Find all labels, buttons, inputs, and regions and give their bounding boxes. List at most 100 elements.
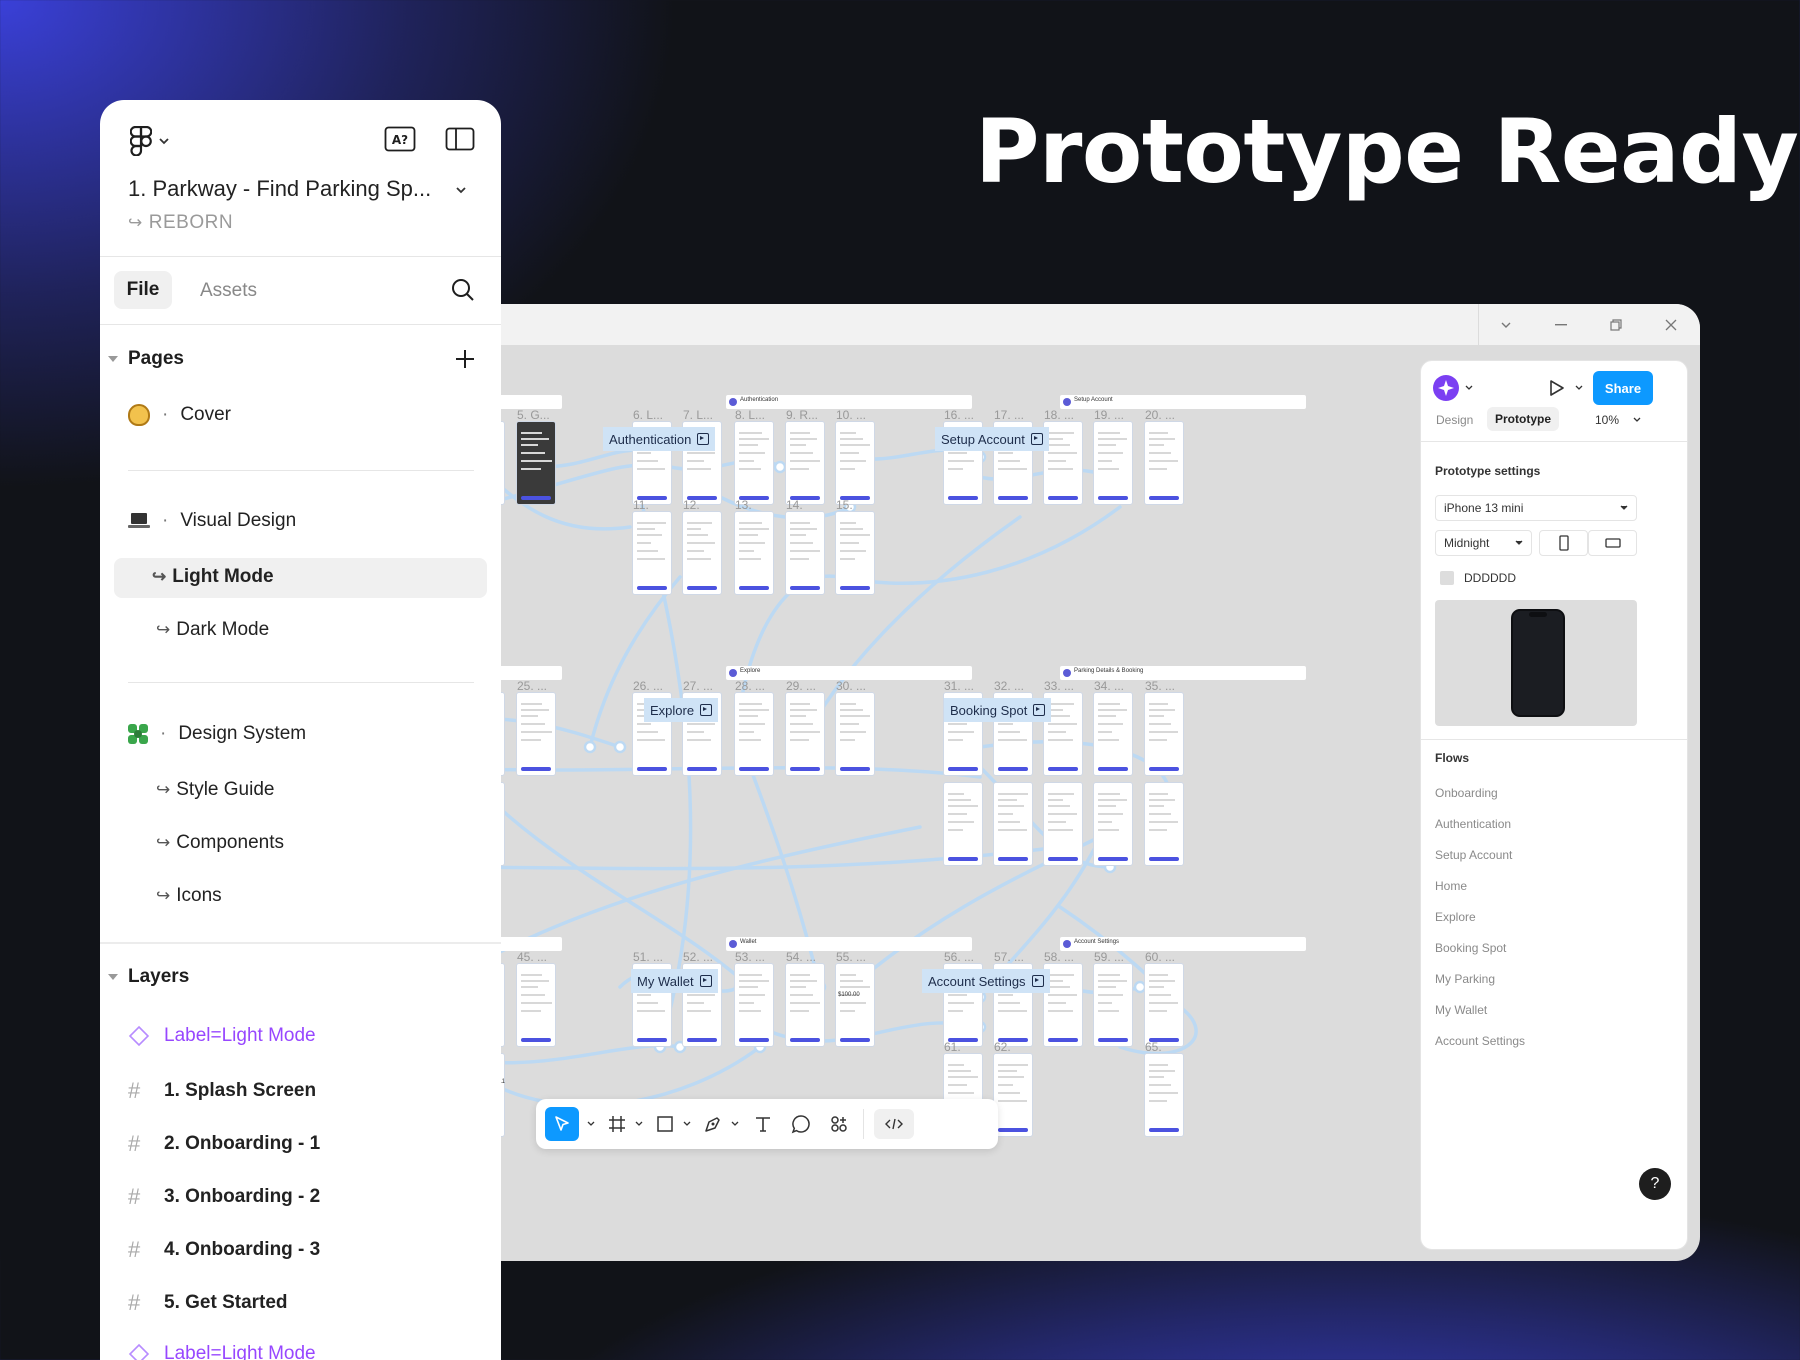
project-team[interactable]: ↪ REBORN <box>128 212 233 234</box>
section-header-parking[interactable]: Parking Details & Booking <box>1060 666 1306 680</box>
flow-item[interactable]: Authentication <box>1435 817 1511 831</box>
present-button[interactable] <box>1549 379 1583 397</box>
connection-wire[interactable] <box>478 1045 762 1108</box>
flow-start-my-wallet[interactable]: My Wallet <box>631 969 718 993</box>
tab-prototype[interactable]: Prototype <box>1487 407 1560 431</box>
flow-item[interactable]: Account Settings <box>1435 1034 1525 1048</box>
screen-frame[interactable] <box>994 783 1032 865</box>
project-title[interactable]: 1. Parkway - Find Parking Sp... <box>128 176 431 202</box>
page-style-guide[interactable]: ↪ Style Guide <box>156 779 274 801</box>
help-button[interactable]: ? <box>1639 1168 1671 1200</box>
screen-frame[interactable] <box>683 512 721 594</box>
flow-item[interactable]: Onboarding <box>1435 786 1498 800</box>
screen-frame[interactable] <box>786 964 824 1046</box>
pen-tool-icon[interactable] <box>703 1114 723 1134</box>
color-swatch[interactable] <box>1440 571 1454 585</box>
screen-frame[interactable] <box>786 422 824 504</box>
screen-frame[interactable] <box>633 512 671 594</box>
tab-assets[interactable]: Assets <box>200 280 257 302</box>
flow-item[interactable]: Home <box>1435 879 1467 893</box>
layer-item[interactable]: # 5. Get Started <box>128 1290 288 1316</box>
window-dropdown-button[interactable] <box>1493 312 1519 338</box>
page-design-system[interactable]: · Design System <box>128 723 306 745</box>
share-button[interactable]: Share <box>1593 371 1653 405</box>
flow-item[interactable]: My Parking <box>1435 972 1495 986</box>
pages-header[interactable]: Pages <box>108 348 184 370</box>
move-tool[interactable] <box>545 1107 579 1141</box>
flow-start-explore[interactable]: Explore <box>644 698 719 722</box>
restore-button[interactable] <box>1603 312 1629 338</box>
frame-tool-icon[interactable] <box>607 1114 627 1134</box>
flow-item[interactable]: Booking Spot <box>1435 941 1506 955</box>
dev-mode-toggle[interactable] <box>874 1109 914 1139</box>
screen-frame[interactable] <box>735 512 773 594</box>
portrait-toggle[interactable] <box>1539 530 1588 556</box>
screen-frame[interactable] <box>1044 964 1082 1046</box>
flow-item[interactable]: My Wallet <box>1435 1003 1487 1017</box>
screen-frame[interactable] <box>1145 964 1183 1046</box>
section-header-explore[interactable]: Explore <box>726 666 972 680</box>
layer-item[interactable]: # 2. Onboarding - 1 <box>128 1131 320 1157</box>
screen-frame[interactable] <box>1094 783 1132 865</box>
screen-frame[interactable] <box>786 693 824 775</box>
screen-frame[interactable] <box>1094 422 1132 504</box>
screen-frame[interactable] <box>735 964 773 1046</box>
chevron-down-icon[interactable] <box>683 1121 691 1127</box>
chevron-down-icon[interactable] <box>731 1121 739 1127</box>
screen-frame[interactable] <box>836 422 874 504</box>
add-page-icon[interactable] <box>454 348 476 370</box>
page-dark-mode[interactable]: ↪ Dark Mode <box>156 619 269 641</box>
page-light-mode[interactable]: ↪ Light Mode <box>152 566 274 588</box>
screen-frame[interactable] <box>735 422 773 504</box>
screen-frame[interactable] <box>1145 693 1183 775</box>
ai-text-button[interactable]: A? <box>383 124 417 154</box>
flow-start-setup-account[interactable]: Setup Account <box>935 427 1049 451</box>
rectangle-tool-icon[interactable] <box>655 1114 675 1134</box>
page-icons[interactable]: ↪ Icons <box>156 885 222 907</box>
screen-frame[interactable] <box>1094 964 1132 1046</box>
screen-frame[interactable] <box>517 964 555 1046</box>
chevron-down-icon[interactable] <box>635 1121 643 1127</box>
flow-item[interactable]: Setup Account <box>1435 848 1512 862</box>
tab-design[interactable]: Design <box>1436 413 1473 427</box>
flow-start-booking-spot[interactable]: Booking Spot <box>944 698 1052 722</box>
canvas[interactable]: Authentication Setup Account Explore Par… <box>420 347 1420 1261</box>
layer-item[interactable]: Label=Light Mode <box>128 1343 316 1360</box>
screen-frame[interactable] <box>517 422 555 504</box>
screen-frame[interactable] <box>994 1054 1032 1136</box>
screen-frame[interactable] <box>786 512 824 594</box>
screen-frame[interactable] <box>735 693 773 775</box>
landscape-toggle[interactable] <box>1588 530 1637 556</box>
model-select[interactable]: Midnight <box>1435 530 1532 556</box>
text-tool-icon[interactable] <box>753 1114 773 1134</box>
screen-frame[interactable] <box>517 693 555 775</box>
close-button[interactable] <box>1658 312 1684 338</box>
screen-frame[interactable] <box>836 693 874 775</box>
connection-node[interactable] <box>773 460 787 474</box>
connection-node[interactable] <box>1133 980 1147 994</box>
search-icon[interactable] <box>450 277 476 303</box>
figma-menu[interactable] <box>130 124 170 158</box>
device-select[interactable]: iPhone 13 mini <box>1435 495 1637 521</box>
layer-item[interactable]: # 4. Onboarding - 3 <box>128 1237 320 1263</box>
page-components[interactable]: ↪ Components <box>156 832 284 854</box>
page-visual-design[interactable]: · Visual Design <box>128 510 296 532</box>
flow-item[interactable]: Explore <box>1435 910 1476 924</box>
toggle-sidebar-button[interactable] <box>443 124 477 154</box>
layer-item[interactable]: # 1. Splash Screen <box>128 1078 316 1104</box>
screen-frame[interactable] <box>1044 422 1082 504</box>
chevron-down-icon[interactable] <box>587 1121 595 1127</box>
section-header-authentication[interactable]: Authentication <box>726 395 972 409</box>
ai-assistant-button[interactable] <box>1433 375 1473 401</box>
page-cover[interactable]: · Cover <box>128 404 231 426</box>
screen-frame[interactable] <box>1145 1054 1183 1136</box>
screen-frame[interactable] <box>1145 783 1183 865</box>
screen-frame[interactable] <box>836 512 874 594</box>
screen-frame[interactable] <box>1094 693 1132 775</box>
layer-item[interactable]: Label=Light Mode <box>128 1025 316 1047</box>
tab-file[interactable]: File <box>114 271 172 309</box>
screen-frame[interactable] <box>1044 783 1082 865</box>
layers-header[interactable]: Layers <box>108 966 189 988</box>
screen-frame[interactable] <box>1145 422 1183 504</box>
zoom-control[interactable]: 10% <box>1595 413 1641 427</box>
